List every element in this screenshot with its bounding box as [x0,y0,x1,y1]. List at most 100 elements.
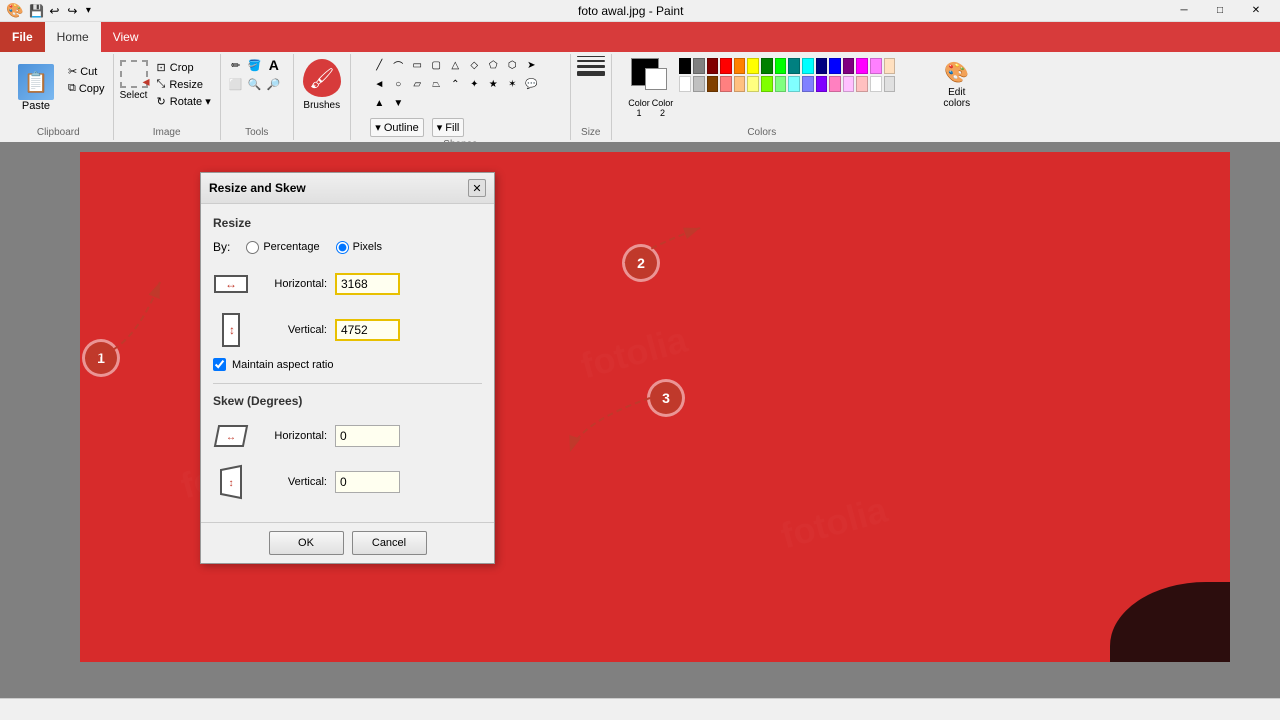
star5-shape[interactable]: ★ [484,75,502,93]
color-swatch[interactable] [693,76,705,92]
cancel-button[interactable]: Cancel [352,531,427,555]
select-button[interactable]: ◂ [120,60,148,88]
home-menu[interactable]: Home [45,22,101,52]
color-swatch[interactable] [870,58,882,74]
triangle-shape[interactable]: △ [446,56,464,74]
color-swatch[interactable] [707,58,719,74]
arrow-right-shape[interactable]: ➤ [522,56,540,74]
chevron-shape[interactable]: ⌃ [446,75,464,93]
diamond-shape[interactable]: ◇ [465,56,483,74]
maintain-aspect-checkbox[interactable] [213,358,226,371]
color-swatch[interactable] [775,58,787,74]
color-swatch[interactable] [788,58,800,74]
size-4px[interactable] [577,71,605,76]
color-swatch[interactable] [761,76,773,92]
text-tool[interactable]: A [265,56,283,74]
horizontal-input[interactable] [335,273,400,295]
percentage-radio-label[interactable]: Percentage [246,241,319,254]
ok-button[interactable]: OK [269,531,344,555]
color-swatch[interactable] [693,58,705,74]
maximize-btn[interactable]: □ [1202,0,1238,22]
color-swatch[interactable] [829,76,841,92]
rect-shape[interactable]: ▭ [408,56,426,74]
rect-round-shape[interactable]: ▢ [427,56,445,74]
color-swatch[interactable] [856,58,868,74]
hexagon-shape[interactable]: ⬡ [503,56,521,74]
callout-shape[interactable]: 💬 [522,75,540,93]
pixels-radio[interactable] [336,241,349,254]
color-swatch[interactable] [747,58,759,74]
arrow-down-shape[interactable]: ▼ [389,94,407,112]
arrow-left-shape[interactable]: ◄ [370,75,388,93]
pixels-radio-label[interactable]: Pixels [336,241,382,254]
file-menu[interactable]: File [0,22,45,52]
color-swatch[interactable] [775,76,787,92]
color-swatch[interactable] [734,58,746,74]
color-swatch[interactable] [720,58,732,74]
arrow-up-shape[interactable]: ▲ [370,94,388,112]
line-shape[interactable]: ╱ [370,56,388,74]
minimize-btn[interactable]: ─ [1166,0,1202,22]
undo-qat-btn[interactable]: ↩ [45,2,63,20]
color-swatch[interactable] [802,58,814,74]
pentagon-shape[interactable]: ⬠ [484,56,502,74]
color-swatch[interactable] [679,76,691,92]
color-swatch[interactable] [761,58,773,74]
color-swatch[interactable] [720,76,732,92]
oval-shape[interactable]: ○ [389,75,407,93]
skew-h-input[interactable] [335,425,400,447]
color-swatch[interactable] [747,76,759,92]
star4-shape[interactable]: ✦ [465,75,483,93]
brushes-button[interactable]: 🖌 Brushes [300,56,344,111]
color-swatch[interactable] [884,58,896,74]
eraser-tool[interactable]: ⬜ [227,75,245,93]
star6-shape[interactable]: ✶ [503,75,521,93]
paste-button[interactable]: 📋 Paste [10,60,62,116]
close-btn[interactable]: ✕ [1238,0,1274,22]
color2-box[interactable] [645,68,667,90]
edit-colors-button[interactable]: 🎨 Editcolors [943,60,970,109]
color-swatch[interactable] [856,76,868,92]
dialog-close-button[interactable]: ✕ [468,179,486,197]
color-swatch[interactable] [843,58,855,74]
crop-button[interactable]: ⊡ Crop [154,60,214,75]
resize-button[interactable]: ⤡ Resize [154,77,214,92]
outline-btn[interactable]: ▾ Outline [370,118,423,137]
color-swatch[interactable] [788,76,800,92]
curve-shape[interactable]: ⌒ [389,56,407,74]
color-swatch[interactable] [884,76,896,92]
rotate-button[interactable]: ↻ Rotate ▾ [154,94,214,109]
size-2px[interactable] [577,60,605,62]
color-swatch[interactable] [870,76,882,92]
redo-qat-btn[interactable]: ↪ [63,2,81,20]
size-selector[interactable] [577,56,605,76]
fill-btn[interactable]: ▾ Fill [432,118,465,137]
color-swatch[interactable] [829,58,841,74]
annotation-2: 2 [625,247,657,279]
size-1px[interactable] [577,56,605,57]
magnifier-tool[interactable]: 🔎 [265,75,283,93]
color-swatch[interactable] [707,76,719,92]
copy-button[interactable]: ⧉ Copy [66,81,107,96]
save-qat-btn[interactable]: 💾 [27,2,45,20]
size-3px[interactable] [577,65,605,68]
vertical-input[interactable] [335,319,400,341]
color-swatch[interactable] [679,58,691,74]
copy-label: Copy [79,83,105,95]
percentage-radio[interactable] [246,241,259,254]
view-menu[interactable]: View [101,22,151,52]
color-swatch[interactable] [734,76,746,92]
fill-tool[interactable]: 🪣 [246,56,264,74]
colors-group: Color1 Color2 Colors [612,54,912,140]
color-swatch[interactable] [802,76,814,92]
trapezoid-shape[interactable]: ⏢ [427,75,445,93]
color-swatch[interactable] [843,76,855,92]
qat-dropdown[interactable]: ▾ [81,2,95,20]
color-swatch[interactable] [816,58,828,74]
color-swatch[interactable] [816,76,828,92]
parallelogram-shape[interactable]: ▱ [408,75,426,93]
cut-button[interactable]: ✂ Cut [66,64,107,79]
color-picker-tool[interactable]: 🔍 [246,75,264,93]
skew-v-input[interactable] [335,471,400,493]
pencil-tool[interactable]: ✏ [227,56,245,74]
